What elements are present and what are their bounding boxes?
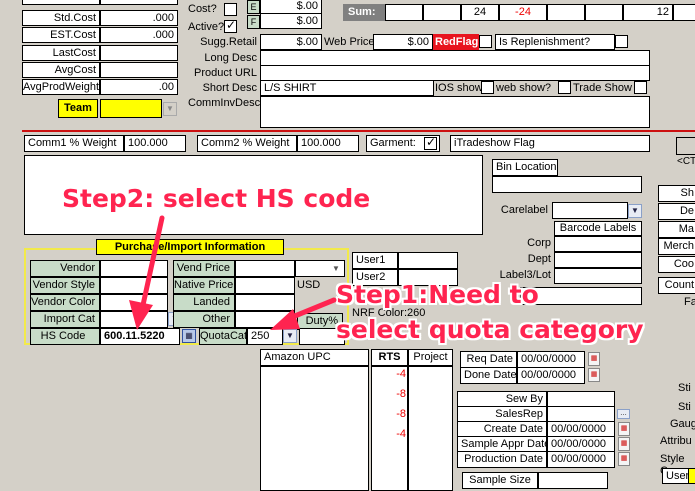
step1-arrow <box>270 297 337 330</box>
step2-arrow <box>129 215 165 330</box>
annotation-arrows <box>129 215 337 330</box>
